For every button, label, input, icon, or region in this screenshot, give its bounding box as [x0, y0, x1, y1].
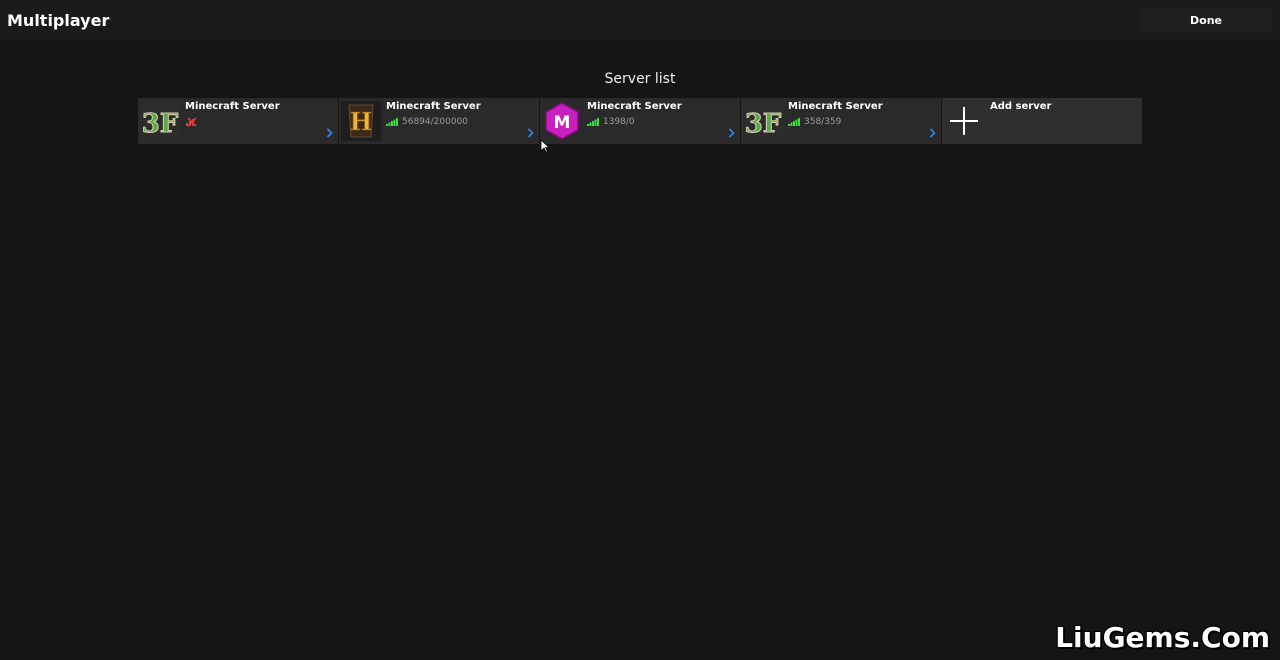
signal-bars-icon	[788, 118, 800, 126]
svg-text:3F: 3F	[745, 109, 782, 139]
server-name: Minecraft Server	[185, 101, 280, 112]
3f-logo-icon: 3F	[140, 101, 180, 141]
server-status: 358/359	[788, 116, 841, 128]
plus-icon	[950, 107, 978, 135]
top-bar: Multiplayer Done	[0, 0, 1280, 40]
server-status: 1398/0	[587, 116, 635, 128]
3f-logo-icon: 3F	[743, 101, 783, 141]
multiplayer-screen: Multiplayer Done Server list 3F Minecraf…	[0, 0, 1280, 660]
watermark: LiuGems.Com	[1055, 621, 1270, 654]
add-server-label: Add server	[990, 101, 1052, 112]
player-count: 358/359	[804, 117, 842, 127]
signal-bars-icon	[587, 118, 599, 126]
server-name: Minecraft Server	[788, 101, 883, 112]
server-card[interactable]: 3F Minecraft Server	[138, 98, 338, 144]
chevron-right-icon	[326, 128, 333, 138]
signal-bars-icon	[386, 118, 398, 126]
server-name: Minecraft Server	[587, 101, 682, 112]
svg-text:H: H	[350, 107, 373, 136]
server-card[interactable]: H Minecraft Server 56894/200000	[339, 98, 539, 144]
mouse-cursor-icon	[540, 139, 550, 153]
add-server-button[interactable]: Add server	[942, 98, 1142, 144]
mineplex-logo-icon: M	[542, 101, 582, 141]
server-list: 3F Minecraft Server H Minecraft Server 5…	[138, 98, 1142, 144]
done-button[interactable]: Done	[1141, 9, 1271, 31]
server-status	[185, 116, 201, 128]
chevron-right-icon	[728, 128, 735, 138]
svg-text:3F: 3F	[142, 109, 179, 139]
page-title: Multiplayer	[7, 11, 110, 30]
no-connection-icon	[186, 117, 197, 127]
svg-text:M: M	[554, 113, 571, 133]
server-card[interactable]: 3F Minecraft Server 358/359	[741, 98, 941, 144]
player-count: 56894/200000	[402, 117, 469, 127]
hypixel-logo-icon: H	[341, 101, 381, 141]
server-name: Minecraft Server	[386, 101, 481, 112]
server-status: 56894/200000	[386, 116, 468, 128]
server-list-title: Server list	[604, 71, 676, 87]
chevron-right-icon	[929, 128, 936, 138]
server-card[interactable]: M Minecraft Server 1398/0	[540, 98, 740, 144]
chevron-right-icon	[527, 128, 534, 138]
player-count: 1398/0	[603, 117, 635, 127]
